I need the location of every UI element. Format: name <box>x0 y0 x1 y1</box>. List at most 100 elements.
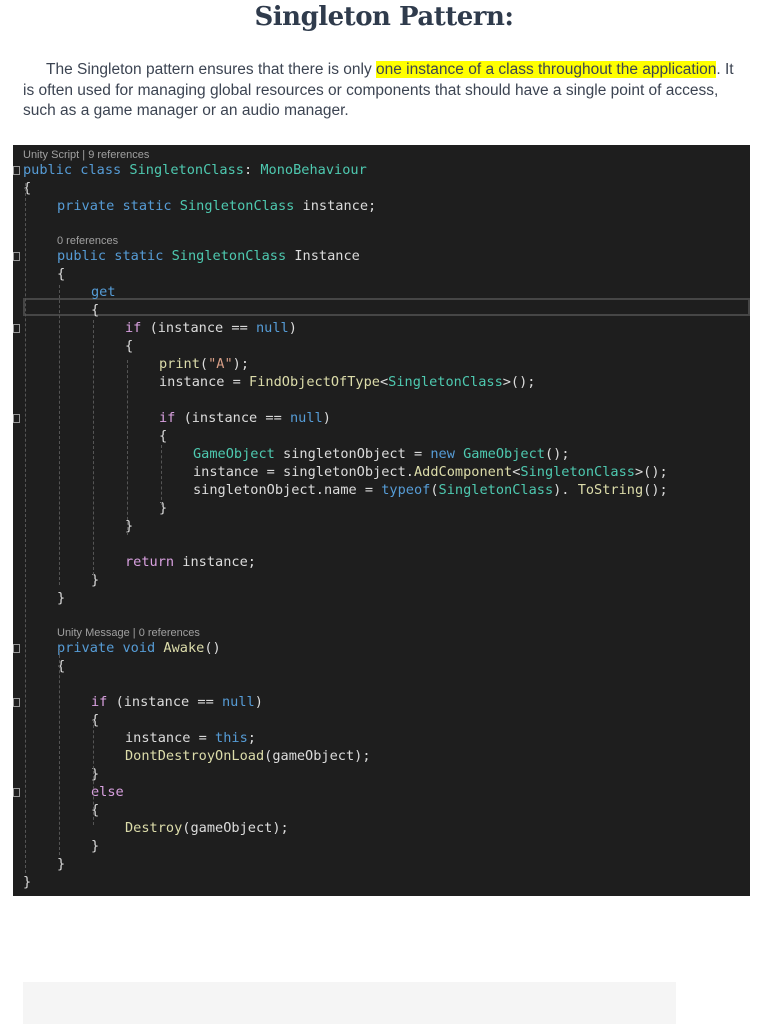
code-token: : <box>243 162 261 178</box>
code-token: { <box>159 428 168 444</box>
code-line: DontDestroyOnLoad(gameObject); <box>125 747 371 765</box>
indent-guide <box>93 720 94 825</box>
indent-guide <box>25 183 26 873</box>
current-line-highlight <box>23 298 750 316</box>
code-token: static <box>114 248 172 264</box>
code-line: { <box>91 301 99 319</box>
code-token: null <box>221 694 255 710</box>
fold-toggle-icon[interactable] <box>13 324 20 333</box>
code-line: } <box>23 873 31 891</box>
code-token: < <box>379 374 389 390</box>
code-token: null <box>255 320 289 336</box>
code-line: { <box>125 337 133 355</box>
code-token: (gameObject); <box>182 820 289 836</box>
page-title: Singleton Pattern: <box>254 2 514 32</box>
code-token: MonoBehaviour <box>260 162 367 178</box>
code-token: singletonObject = <box>283 446 431 462</box>
code-token: SingletonClass <box>129 162 244 178</box>
code-token: FindObjectOfType <box>249 374 380 390</box>
code-token: (instance == <box>183 410 290 426</box>
code-token: return <box>125 554 183 570</box>
code-line: { <box>57 265 65 283</box>
code-token: (instance == <box>115 694 222 710</box>
code-token: instance = <box>125 730 216 746</box>
codelens-annotation[interactable]: Unity Script | 9 references <box>23 148 149 162</box>
fold-toggle-icon[interactable] <box>13 166 20 175</box>
code-line: GameObject singletonObject = new GameObj… <box>193 445 570 463</box>
code-token: "A" <box>208 356 233 372</box>
code-token: ( <box>430 482 439 498</box>
code-token: DontDestroyOnLoad <box>125 748 265 764</box>
code-line: if (instance == null) <box>125 319 297 337</box>
code-token: { <box>125 338 134 354</box>
fold-toggle-icon[interactable] <box>13 414 20 423</box>
code-line: instance = singletonObject.AddComponent<… <box>193 463 668 481</box>
code-line: } <box>91 837 99 855</box>
paragraph-text: The Singleton pattern ensures that there… <box>46 61 377 78</box>
code-token: private <box>57 640 123 656</box>
code-token: (gameObject); <box>264 748 371 764</box>
code-token: ) <box>254 694 263 710</box>
code-token: () <box>204 640 221 656</box>
code-line: public class SingletonClass: MonoBehavio… <box>23 161 367 179</box>
code-token: class <box>80 162 130 178</box>
fold-toggle-icon[interactable] <box>13 788 20 797</box>
code-token: } <box>57 856 66 872</box>
code-token: null <box>289 410 323 426</box>
code-token: this <box>215 730 248 746</box>
code-line: instance = FindObjectOfType<SingletonCla… <box>159 373 536 391</box>
code-line: return instance; <box>125 553 256 571</box>
code-line: instance = this; <box>125 729 256 747</box>
code-token: ( <box>199 356 209 372</box>
intro-paragraph: The Singleton pattern ensures that there… <box>23 60 748 122</box>
code-line: public static SingletonClass Instance <box>57 247 360 265</box>
code-token: Awake <box>163 640 205 656</box>
code-token: void <box>122 640 164 656</box>
code-line: print("A"); <box>159 355 249 373</box>
code-token: } <box>91 838 100 854</box>
highlighted-text: one instance of a class throughout the a… <box>376 61 717 78</box>
code-token: GameObject <box>193 446 284 462</box>
code-line: get <box>91 283 116 301</box>
codelens-annotation[interactable]: Unity Message | 0 references <box>57 626 200 640</box>
code-line: if (instance == null) <box>159 409 331 427</box>
fold-toggle-icon[interactable] <box>13 252 20 261</box>
code-line: private void Awake() <box>57 639 221 657</box>
code-token: Destroy <box>125 820 183 836</box>
code-token: (instance == <box>149 320 256 336</box>
code-token: SingletonClass <box>438 482 554 498</box>
code-token: { <box>57 266 66 282</box>
code-line: singletonObject.name = typeof(SingletonC… <box>193 481 668 499</box>
code-token: get <box>91 284 116 300</box>
code-token: new <box>430 446 464 462</box>
indent-guide <box>161 445 162 505</box>
code-token: ); <box>232 356 250 372</box>
code-token: print <box>159 356 200 372</box>
code-token: (); <box>544 446 570 462</box>
code-token: singletonObject.name = <box>193 482 382 498</box>
code-token: ) <box>322 410 331 426</box>
code-token: instance = <box>159 374 250 390</box>
code-token: Instance <box>294 248 360 264</box>
code-line: { <box>159 427 167 445</box>
fold-toggle-icon[interactable] <box>13 698 20 707</box>
code-line: private static SingletonClass instance; <box>57 197 376 215</box>
code-token: instance = singletonObject. <box>193 464 414 480</box>
code-token: static <box>122 198 180 214</box>
code-line: } <box>57 589 65 607</box>
code-line: Destroy(gameObject); <box>125 819 289 837</box>
code-token: SingletonClass <box>171 248 295 264</box>
code-token: ToString <box>577 482 644 498</box>
code-token: instance; <box>302 198 377 214</box>
code-token: else <box>91 784 124 800</box>
code-token: public <box>23 162 81 178</box>
codelens-annotation[interactable]: 0 references <box>57 234 118 248</box>
code-token: if <box>159 410 184 426</box>
code-token: { <box>91 302 100 318</box>
fold-toggle-icon[interactable] <box>13 644 20 653</box>
code-line: } <box>57 855 65 873</box>
indent-guide <box>127 360 128 535</box>
code-token: instance; <box>182 554 256 570</box>
code-token: private <box>57 198 123 214</box>
code-token: SingletonClass <box>388 374 503 390</box>
